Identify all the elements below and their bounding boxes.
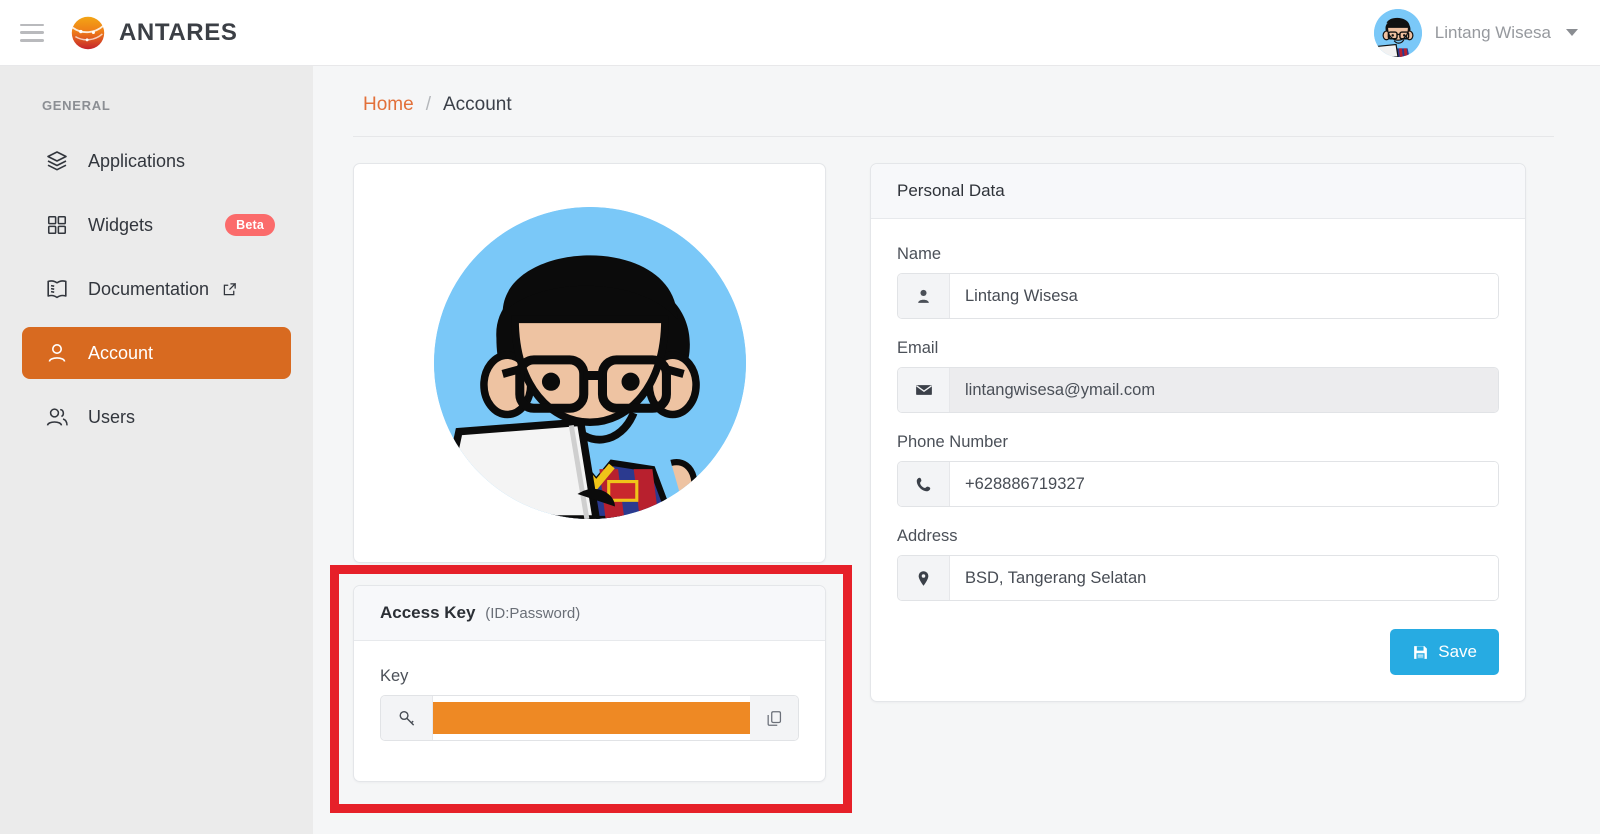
sidebar-item-label: Documentation — [88, 278, 210, 299]
profile-illustration — [433, 207, 746, 519]
save-button[interactable]: Save — [1390, 629, 1499, 675]
phone-input[interactable] — [950, 462, 1498, 506]
key-icon — [381, 696, 433, 740]
name-field-label: Name — [897, 245, 942, 263]
personal-data-card: Personal Data Name Lintang Wisesa Email … — [870, 163, 1526, 702]
user-menu[interactable]: Lintang Wisesa — [1373, 8, 1600, 57]
main-content: Home / Account Access Key (ID:Password) … — [313, 66, 1600, 834]
hamburger-bar — [20, 31, 44, 34]
brand-name: ANTARES — [119, 18, 238, 46]
hamburger-icon[interactable] — [20, 23, 44, 42]
phone-field-group: Phone Number — [897, 433, 1499, 507]
access-key-title: Access Key — [380, 603, 476, 622]
sidebar-item-documentation[interactable]: Documentation — [22, 263, 291, 315]
personal-data-card-header: Personal Data — [871, 164, 1525, 219]
copy-icon[interactable] — [750, 696, 798, 740]
user-name: Lintang Wisesa — [1434, 22, 1551, 42]
sidebar-item-label: Widgets — [88, 214, 154, 235]
phone-icon — [898, 462, 950, 506]
breadcrumb-home[interactable]: Home — [363, 94, 414, 116]
user-icon — [898, 274, 950, 318]
user-icon — [44, 340, 70, 366]
book-icon — [44, 276, 70, 302]
beta-badge: Beta — [225, 214, 275, 236]
brand[interactable]: ANTARES — [70, 15, 237, 51]
save-row: Save — [897, 621, 1499, 675]
antares-sphere-logo — [71, 16, 105, 49]
sidebar: GENERAL Applications Widgets Beta Docume… — [0, 66, 313, 834]
name-field-group: Name — [897, 245, 1499, 319]
breadcrumb-current: Account — [442, 94, 512, 115]
sidebar-item-account[interactable]: Account — [22, 327, 291, 379]
top-header: ANTARES Lintang Wisesa — [0, 0, 1600, 66]
name-input[interactable] — [950, 274, 1498, 318]
sidebar-item-label: Account — [88, 342, 154, 363]
key-input-group[interactable] — [380, 695, 799, 741]
address-field-group: Address — [897, 527, 1499, 601]
email-field-label: Email — [897, 339, 939, 357]
sidebar-item-applications[interactable]: Applications — [22, 135, 291, 187]
phone-field-label: Phone Number — [897, 433, 1008, 451]
key-value-redacted[interactable] — [433, 702, 750, 734]
access-key-title-note: (ID:Password) — [485, 605, 581, 622]
breadcrumb: Home / Account — [353, 90, 1554, 137]
address-field-label: Address — [897, 527, 958, 545]
users-icon — [44, 404, 70, 430]
breadcrumb-separator: / — [425, 94, 431, 115]
key-field-label: Key — [380, 667, 409, 685]
sidebar-item-label: Users — [88, 406, 136, 427]
phone-input-group[interactable] — [897, 461, 1499, 507]
access-key-section: Access Key (ID:Password) Key — [353, 585, 826, 782]
sidebar-item-users[interactable]: Users — [22, 391, 291, 443]
email-input-group[interactable] — [897, 367, 1499, 413]
left-column: Access Key (ID:Password) Key — [353, 163, 826, 782]
hamburger-bar — [20, 23, 44, 26]
sidebar-section-title: GENERAL — [42, 98, 111, 113]
email-field-group: Email — [897, 339, 1499, 413]
map-pin-icon — [898, 556, 950, 600]
right-column: Personal Data Name Lintang Wisesa Email … — [870, 163, 1526, 702]
save-button-label: Save — [1438, 642, 1477, 661]
access-key-card-header: Access Key (ID:Password) — [354, 586, 825, 641]
address-input[interactable] — [950, 556, 1498, 600]
name-input-group[interactable] — [897, 273, 1499, 319]
layers-icon — [44, 148, 70, 174]
profile-avatar-card — [353, 163, 826, 563]
personal-data-card-body: Name Email — [871, 219, 1525, 701]
floppy-save-icon — [1412, 644, 1429, 661]
user-avatar — [1373, 8, 1422, 57]
grid-icon — [44, 212, 70, 238]
hamburger-bar — [20, 39, 44, 42]
external-link-icon — [221, 281, 238, 298]
email-input — [950, 368, 1498, 412]
address-input-group[interactable] — [897, 555, 1499, 601]
envelope-icon — [898, 368, 950, 412]
access-key-card: Access Key (ID:Password) Key — [353, 585, 826, 782]
content-columns: Access Key (ID:Password) Key Personal Da… — [353, 163, 1554, 782]
sidebar-item-label: Applications — [88, 150, 186, 171]
sidebar-item-widgets[interactable]: Widgets Beta — [22, 199, 291, 251]
access-key-card-body: Key — [354, 641, 825, 781]
chevron-down-icon[interactable] — [1566, 29, 1578, 36]
